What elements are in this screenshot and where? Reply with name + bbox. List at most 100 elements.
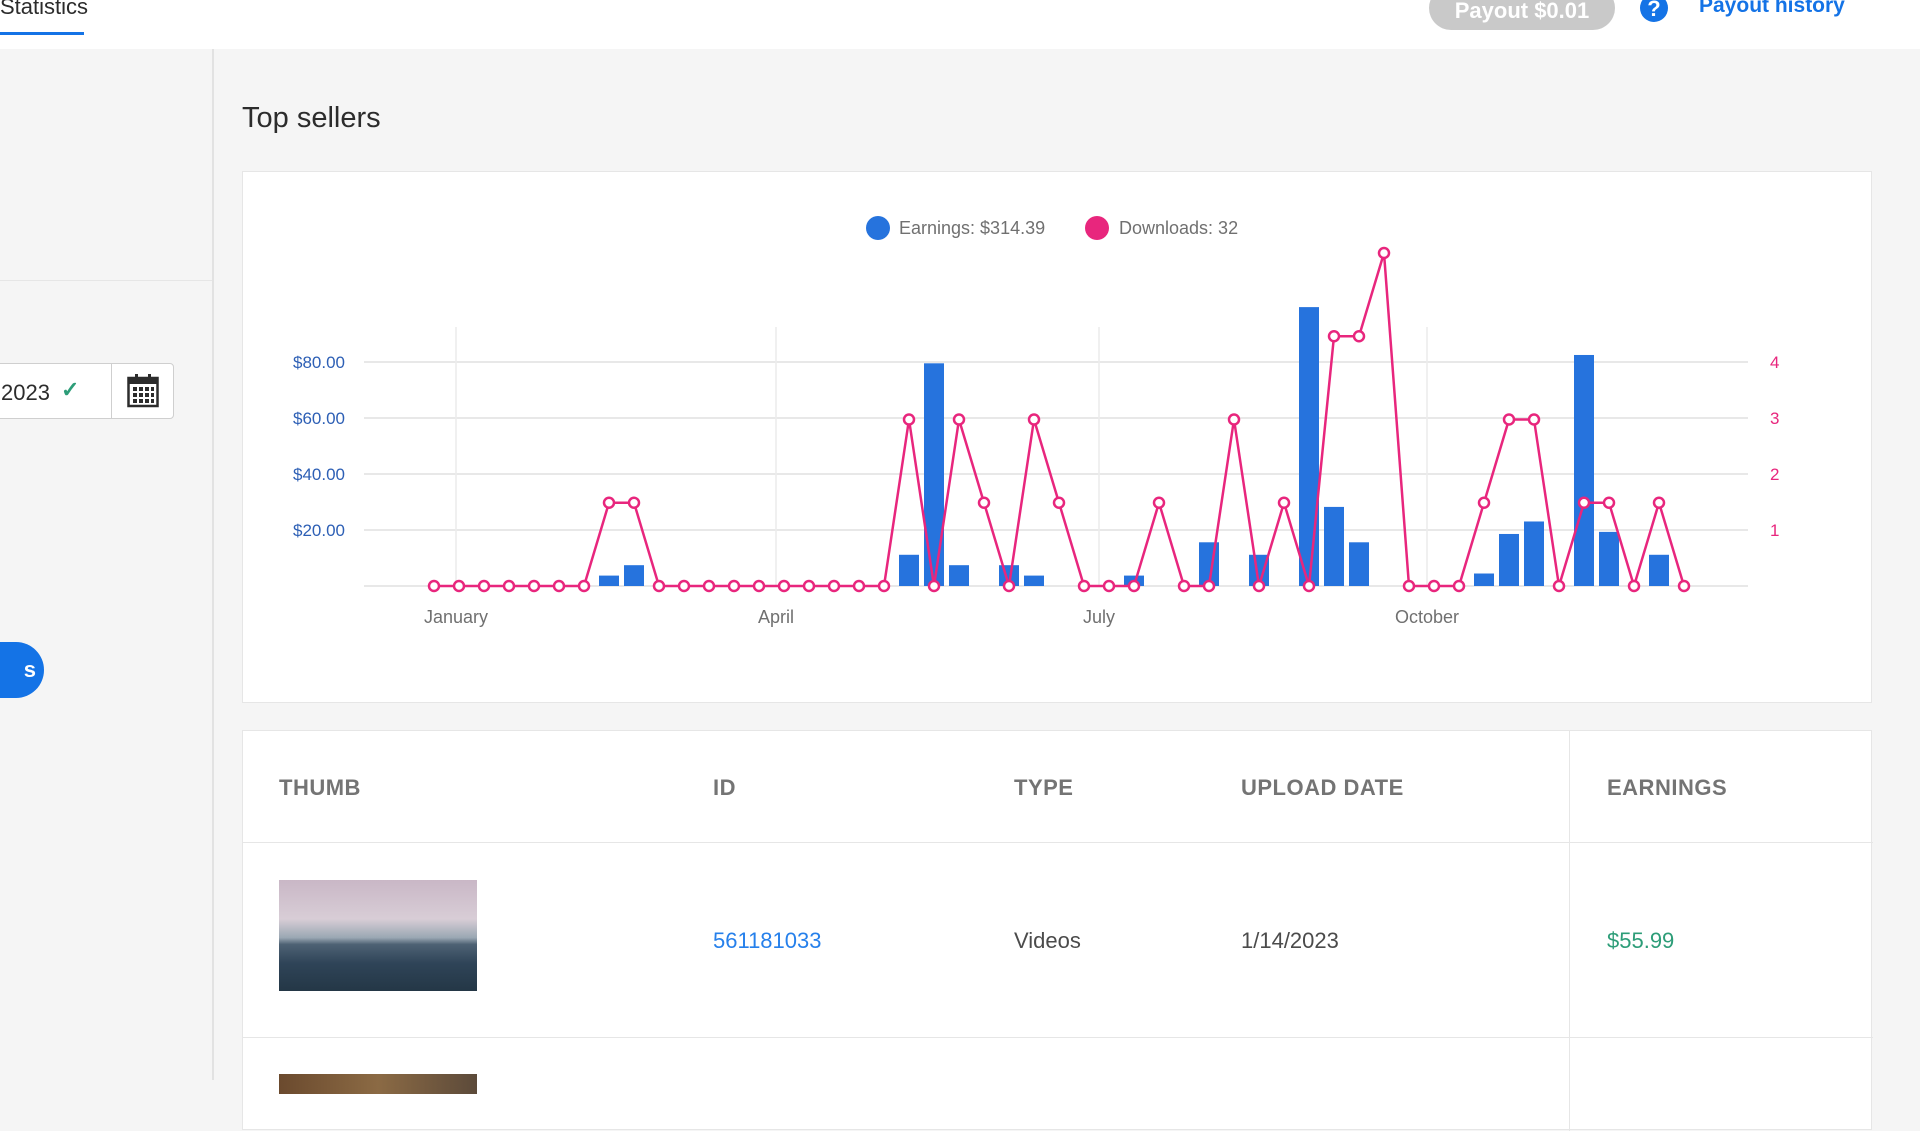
downloads-point	[1302, 579, 1316, 593]
earnings-bar	[1499, 533, 1519, 586]
header-earnings[interactable]: EARNINGS	[1607, 775, 1727, 801]
header-type[interactable]: TYPE	[1014, 775, 1073, 801]
video-thumbnail[interactable]	[279, 880, 477, 991]
downloads-point	[852, 579, 866, 593]
date-field[interactable]: 2023 ✓	[0, 363, 174, 419]
downloads-point	[702, 579, 716, 593]
x-axis-tick: October	[1395, 607, 1459, 627]
tab-statistics[interactable]: Statistics	[0, 0, 88, 35]
downloads-point	[527, 579, 541, 593]
sidebar: 2023 ✓ s	[0, 49, 214, 1080]
y-axis-right-tick: 2	[1770, 465, 1779, 484]
downloads-point	[1277, 496, 1291, 509]
x-axis-tick: April	[758, 607, 794, 627]
downloads-point	[577, 579, 591, 593]
cell-type: Videos	[1014, 928, 1081, 953]
payout-button[interactable]: Payout $0.01	[1429, 0, 1615, 30]
header-id[interactable]: ID	[713, 775, 736, 801]
downloads-point	[1552, 579, 1566, 593]
earnings-bar	[1649, 554, 1669, 586]
earnings-bar	[924, 363, 944, 586]
downloads-point	[902, 413, 916, 426]
legend-earnings-label: Earnings: $314.39	[899, 218, 1045, 238]
payout-history-link[interactable]: Payout history	[1699, 0, 1845, 18]
downloads-point	[602, 496, 616, 509]
downloads-point	[1377, 246, 1391, 260]
earnings-bar	[1349, 542, 1369, 586]
earnings-bar	[1324, 506, 1344, 586]
header-row-separator	[243, 842, 1873, 843]
y-axis-right-tick: 3	[1770, 409, 1779, 428]
section-title: Top sellers	[242, 102, 381, 134]
downloads-point	[1077, 579, 1091, 593]
calendar-icon	[127, 374, 159, 408]
downloads-point	[1427, 579, 1441, 593]
downloads-point	[727, 579, 741, 593]
help-icon[interactable]: ?	[1640, 0, 1668, 22]
downloads-point	[1127, 579, 1141, 593]
legend-earnings-marker	[866, 216, 890, 240]
downloads-point	[1452, 579, 1466, 593]
downloads-point	[427, 579, 441, 593]
row-separator	[243, 1037, 1873, 1038]
y-axis-left-tick: $20.00	[293, 521, 345, 540]
downloads-point	[752, 579, 766, 593]
video-thumbnail-2[interactable]	[279, 1074, 477, 1094]
earnings-bar	[949, 565, 969, 586]
downloads-point	[977, 496, 991, 509]
downloads-point	[1252, 579, 1266, 593]
downloads-point	[1627, 579, 1641, 593]
earnings-bar	[1599, 531, 1619, 586]
downloads-point	[1502, 413, 1516, 426]
downloads-point	[1577, 496, 1591, 509]
downloads-point	[877, 579, 891, 593]
downloads-point	[802, 579, 816, 593]
earnings-bar	[1299, 307, 1319, 586]
chart-card: Earnings: $314.39 Downloads: 32 $20.00 $40.…	[242, 171, 1872, 703]
cell-id[interactable]: 561181033	[713, 928, 822, 954]
downloads-point	[1027, 413, 1041, 426]
downloads-point	[452, 579, 466, 593]
earnings-downloads-chart: Earnings: $314.39 Downloads: 32 $20.00 $40.…	[293, 216, 1779, 627]
header-thumb[interactable]: THUMB	[279, 775, 361, 801]
top-sellers-table: THUMB ID TYPE UPLOAD DATE EARNINGS 56118…	[242, 730, 1873, 1131]
checkmark-icon: ✓	[61, 377, 80, 402]
downloads-point	[1527, 413, 1541, 426]
downloads-point	[1052, 496, 1066, 509]
sidebar-divider	[0, 280, 212, 281]
earnings-bar	[1524, 521, 1544, 586]
downloads-point	[1202, 579, 1216, 593]
downloads-point	[827, 579, 841, 593]
earnings-bar	[1024, 575, 1044, 586]
y-axis-right-tick: 4	[1770, 353, 1779, 372]
x-axis-tick: January	[424, 607, 488, 627]
earnings-bar	[599, 575, 619, 586]
downloads-point	[1177, 579, 1191, 593]
y-axis-left-tick: $60.00	[293, 409, 345, 428]
legend-downloads-label: Downloads: 32	[1119, 218, 1238, 238]
legend-downloads-marker	[1085, 216, 1109, 240]
downloads-line	[434, 251, 1686, 588]
earnings-bar	[624, 565, 644, 586]
downloads-point	[952, 413, 966, 426]
y-axis-left-tick: $40.00	[293, 465, 345, 484]
x-axis-tick: July	[1083, 607, 1115, 627]
y-axis-left-tick: $80.00	[293, 353, 345, 372]
downloads-point	[927, 579, 941, 593]
calendar-button[interactable]	[111, 364, 173, 418]
downloads-point	[677, 579, 691, 593]
downloads-point	[477, 579, 491, 593]
earnings-bar	[899, 554, 919, 586]
header-upload-date[interactable]: UPLOAD DATE	[1241, 775, 1404, 801]
column-separator	[1569, 731, 1570, 1131]
sidebar-action-button[interactable]: s	[0, 642, 44, 698]
downloads-point	[1602, 496, 1616, 509]
top-bar: Statistics Payout $0.01 ? Payout history	[0, 0, 1920, 49]
earnings-bar	[1474, 573, 1494, 586]
downloads-point	[1327, 330, 1341, 343]
downloads-point	[1402, 579, 1416, 593]
downloads-point	[1677, 579, 1691, 593]
earnings-bar	[1574, 354, 1594, 586]
downloads-point	[1102, 579, 1116, 593]
downloads-point	[552, 579, 566, 593]
